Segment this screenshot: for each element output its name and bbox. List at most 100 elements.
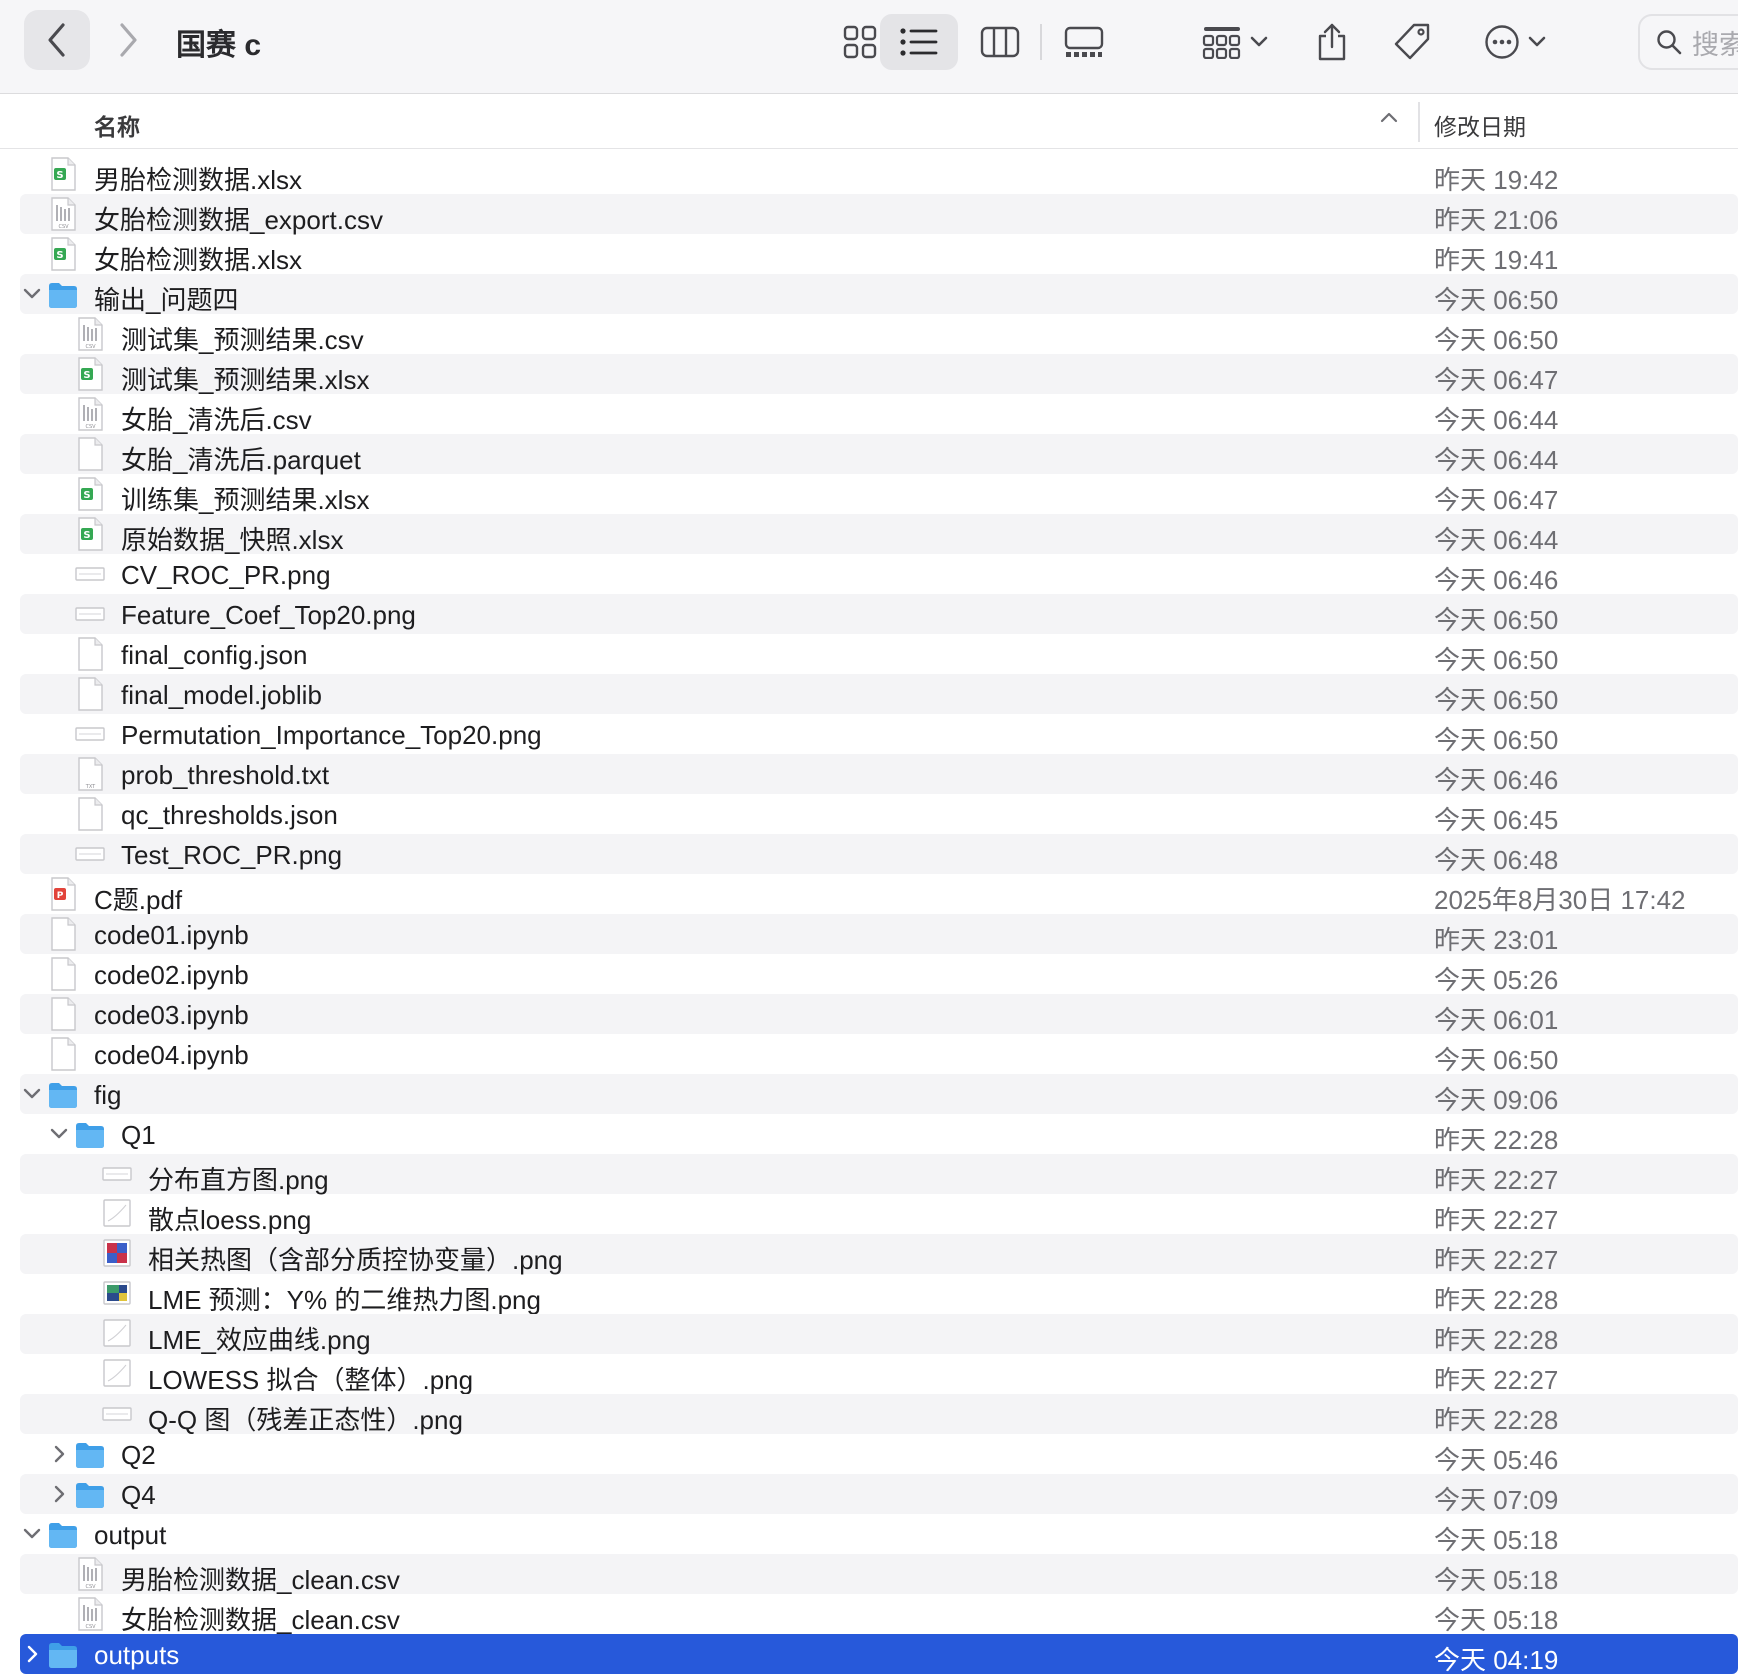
disclosure-chevron-down-icon[interactable] (49, 1124, 69, 1144)
document-icon (48, 917, 78, 951)
folder-row[interactable]: fig 今天 09:06 (20, 1074, 1738, 1115)
folder-icon (48, 1077, 78, 1111)
item-name: fig (94, 1080, 122, 1110)
share-button[interactable] (1300, 14, 1364, 70)
group-by-button[interactable] (1190, 14, 1280, 70)
column-view-button[interactable] (960, 14, 1040, 70)
image-file-icon (102, 1157, 132, 1191)
folder-row[interactable]: 输出_问题四 今天 06:50 (20, 274, 1738, 315)
svg-text:CSV: CSV (85, 344, 96, 350)
folder-row[interactable]: Q4 今天 07:09 (20, 1474, 1738, 1515)
csv-file-icon: CSV (48, 197, 78, 231)
image-file-icon (102, 1357, 132, 1391)
item-name: 分布直方图.png (148, 1165, 329, 1195)
file-row[interactable]: LME_效应曲线.png 昨天 22:28 (20, 1314, 1738, 1355)
item-name: Q1 (121, 1120, 156, 1150)
tag-button[interactable] (1380, 14, 1444, 70)
folder-row[interactable]: Q1 昨天 22:28 (20, 1114, 1738, 1155)
file-row[interactable]: CSV 女胎_清洗后.csv 今天 06:44 (20, 394, 1738, 435)
disclosure-chevron-right-icon[interactable] (49, 1484, 69, 1504)
file-row[interactable]: S 测试集_预测结果.xlsx 今天 06:47 (20, 354, 1738, 395)
item-modified-date: 今天 06:47 (1434, 365, 1559, 395)
file-row[interactable]: Permutation_Importance_Top20.png 今天 06:50 (20, 714, 1738, 755)
gallery-view-button[interactable] (1044, 14, 1124, 70)
item-modified-date: 今天 06:44 (1434, 405, 1559, 435)
item-modified-date: 今天 05:26 (1434, 965, 1559, 995)
document-icon (75, 797, 105, 831)
folder-row[interactable]: output 今天 05:18 (20, 1514, 1738, 1555)
file-row[interactable]: code01.ipynb 昨天 23:01 (20, 914, 1738, 955)
file-row[interactable]: final_config.json 今天 06:50 (20, 634, 1738, 675)
file-row[interactable]: S 训练集_预测结果.xlsx 今天 06:47 (20, 474, 1738, 515)
item-modified-date: 今天 04:19 (1434, 1645, 1559, 1674)
file-row[interactable]: Test_ROC_PR.png 今天 06:48 (20, 834, 1738, 875)
item-name: code04.ipynb (94, 1040, 249, 1070)
item-name: 测试集_预测结果.xlsx (121, 365, 370, 395)
file-row[interactable]: Q-Q 图（残差正态性）.png 昨天 22:28 (20, 1394, 1738, 1435)
disclosure-chevron-down-icon[interactable] (22, 284, 42, 304)
more-actions-button[interactable] (1470, 14, 1560, 70)
csv-file-icon: CSV (75, 1557, 105, 1591)
document-icon (75, 437, 105, 471)
svg-text:S: S (56, 170, 63, 181)
file-row[interactable]: final_model.joblib 今天 06:50 (20, 674, 1738, 715)
file-row[interactable]: P C题.pdf 2025年8月30日 17:42 (20, 874, 1738, 915)
item-name: LME_效应曲线.png (148, 1325, 371, 1355)
back-button[interactable] (24, 10, 90, 70)
item-name: 测试集_预测结果.csv (121, 325, 364, 355)
file-row[interactable]: qc_thresholds.json 今天 06:45 (20, 794, 1738, 835)
file-row[interactable]: LME 预测：Y% 的二维热力图.png 昨天 22:28 (20, 1274, 1738, 1315)
item-modified-date: 今天 06:50 (1434, 725, 1559, 755)
file-row[interactable]: 分布直方图.png 昨天 22:27 (20, 1154, 1738, 1195)
file-row[interactable]: 女胎_清洗后.parquet 今天 06:44 (20, 434, 1738, 475)
file-row[interactable]: code03.ipynb 今天 06:01 (20, 994, 1738, 1035)
svg-text:S: S (83, 370, 90, 381)
search-field[interactable]: 搜索 (1638, 14, 1738, 70)
name-column-header[interactable]: 名称 (94, 108, 140, 142)
item-name: Test_ROC_PR.png (121, 840, 343, 870)
disclosure-chevron-down-icon[interactable] (22, 1524, 42, 1544)
item-modified-date: 今天 06:46 (1434, 765, 1559, 795)
file-row[interactable]: TXT prob_threshold.txt 今天 06:46 (20, 754, 1738, 795)
disclosure-chevron-down-icon[interactable] (22, 1084, 42, 1104)
list-view-button[interactable] (880, 14, 958, 70)
item-modified-date: 今天 06:50 (1434, 1045, 1559, 1075)
item-name: 男胎检测数据_clean.csv (121, 1565, 400, 1595)
file-row[interactable]: code02.ipynb 今天 05:26 (20, 954, 1738, 995)
folder-row[interactable]: outputs 今天 04:19 (20, 1634, 1738, 1674)
chevron-down-icon (1528, 36, 1546, 47)
file-row[interactable]: Feature_Coef_Top20.png 今天 06:50 (20, 594, 1738, 635)
date-column-header[interactable]: 修改日期 (1434, 108, 1526, 142)
forward-button[interactable] (98, 10, 158, 70)
image-file-icon (75, 597, 105, 631)
file-row[interactable]: 散点loess.png 昨天 22:27 (20, 1194, 1738, 1235)
file-row[interactable]: CSV 女胎检测数据_export.csv 昨天 21:06 (20, 194, 1738, 235)
spreadsheet-file-icon: S (75, 517, 105, 551)
file-row[interactable]: CSV 男胎检测数据_clean.csv 今天 05:18 (20, 1554, 1738, 1595)
disclosure-chevron-right-icon[interactable] (49, 1444, 69, 1464)
window-title: 国赛 c (176, 29, 262, 62)
sort-ascending-icon[interactable] (1380, 110, 1398, 128)
file-row[interactable]: CSV 女胎检测数据_clean.csv 今天 05:18 (20, 1594, 1738, 1635)
item-modified-date: 昨天 22:28 (1434, 1405, 1559, 1435)
item-modified-date: 今天 06:50 (1434, 285, 1559, 315)
item-name: Feature_Coef_Top20.png (121, 600, 416, 630)
file-row[interactable]: S 男胎检测数据.xlsx 昨天 19:42 (20, 154, 1738, 195)
column-divider[interactable] (1418, 102, 1420, 142)
item-modified-date: 昨天 22:28 (1434, 1285, 1559, 1315)
ellipsis-circle-icon (1485, 25, 1519, 59)
file-row[interactable]: CSV 测试集_预测结果.csv 今天 06:50 (20, 314, 1738, 355)
item-name: qc_thresholds.json (121, 800, 338, 830)
folder-row[interactable]: Q2 今天 05:46 (20, 1434, 1738, 1475)
item-name: outputs (94, 1640, 180, 1670)
search-icon (1657, 30, 1682, 55)
file-row[interactable]: LOWESS 拟合（整体）.png 昨天 22:27 (20, 1354, 1738, 1395)
file-row[interactable]: S 女胎检测数据.xlsx 昨天 19:41 (20, 234, 1738, 275)
file-row[interactable]: CV_ROC_PR.png 今天 06:46 (20, 554, 1738, 595)
disclosure-chevron-right-icon[interactable] (22, 1644, 42, 1664)
item-modified-date: 今天 05:18 (1434, 1525, 1559, 1555)
file-row[interactable]: 相关热图（含部分质控协变量）.png 昨天 22:27 (20, 1234, 1738, 1275)
file-row[interactable]: code04.ipynb 今天 06:50 (20, 1034, 1738, 1075)
item-name: code03.ipynb (94, 1000, 249, 1030)
file-row[interactable]: S 原始数据_快照.xlsx 今天 06:44 (20, 514, 1738, 555)
